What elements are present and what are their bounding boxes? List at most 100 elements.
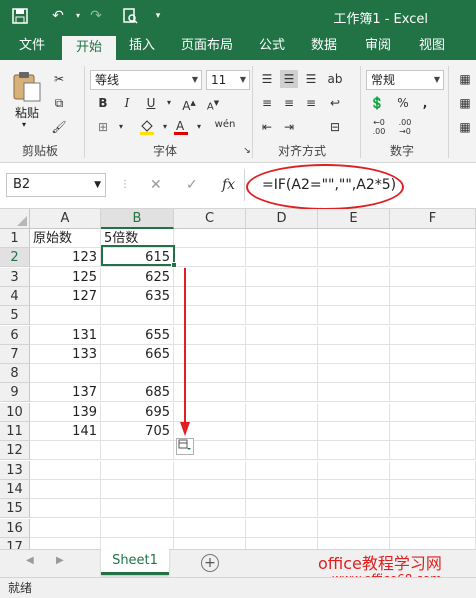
cell-d13[interactable] — [246, 461, 318, 480]
column-header-f[interactable]: F — [390, 209, 476, 229]
cell-d14[interactable] — [246, 480, 318, 499]
cell-a9[interactable]: 137 — [30, 383, 101, 402]
tab-review[interactable]: 审阅 — [358, 32, 398, 60]
increase-font-icon[interactable]: A▲ — [180, 94, 198, 113]
cell-c14[interactable] — [174, 480, 246, 499]
currency-icon[interactable]: 💲 — [368, 94, 386, 112]
tab-formulas[interactable]: 公式 — [252, 32, 292, 60]
cell-b5[interactable] — [101, 306, 174, 325]
cell-f11[interactable] — [390, 422, 476, 441]
row-header-5[interactable]: 5 — [0, 306, 30, 325]
row-header-3[interactable]: 3 — [0, 268, 30, 287]
tab-page-layout[interactable]: 页面布局 — [176, 32, 238, 60]
format-table-icon[interactable]: ▦ — [456, 94, 474, 112]
cell-e11[interactable] — [318, 422, 390, 441]
cell-a6[interactable]: 131 — [30, 326, 101, 345]
cell-a11[interactable]: 141 — [30, 422, 101, 441]
cell-styles-icon[interactable]: ▦ — [456, 118, 474, 136]
paste-button[interactable]: 粘贴 ▾ — [10, 70, 44, 134]
cell-f14[interactable] — [390, 480, 476, 499]
cell-e5[interactable] — [318, 306, 390, 325]
cell-e6[interactable] — [318, 326, 390, 345]
next-sheet-icon[interactable]: ▶ — [56, 555, 64, 566]
cell-a8[interactable] — [30, 364, 101, 383]
row-header-7[interactable]: 7 — [0, 345, 30, 364]
increase-decimal-icon[interactable]: ←0.00 — [368, 118, 390, 136]
cell-b13[interactable] — [101, 461, 174, 480]
align-top-icon[interactable]: ☰ — [258, 70, 276, 88]
cell-e8[interactable] — [318, 364, 390, 383]
cell-b12[interactable] — [101, 441, 174, 460]
cell-d15[interactable] — [246, 499, 318, 518]
row-header-1[interactable]: 1 — [0, 229, 30, 248]
cell-b16[interactable] — [101, 519, 174, 538]
font-dialog-launcher-icon[interactable]: ↘ — [238, 142, 256, 160]
cell-f13[interactable] — [390, 461, 476, 480]
align-center-icon[interactable]: ≡ — [280, 94, 298, 112]
cancel-icon[interactable]: ✕ — [150, 173, 162, 197]
cut-icon[interactable]: ✂ — [50, 70, 68, 88]
cell-f8[interactable] — [390, 364, 476, 383]
row-header-9[interactable]: 9 — [0, 383, 30, 402]
align-right-icon[interactable]: ≡ — [302, 94, 320, 112]
cell-b9[interactable]: 685 — [101, 383, 174, 402]
cell-a7[interactable]: 133 — [30, 345, 101, 364]
align-middle-icon[interactable]: ☰ — [280, 70, 298, 88]
row-header-2[interactable]: 2 — [0, 248, 30, 267]
row-header-10[interactable]: 10 — [0, 403, 30, 422]
row-header-14[interactable]: 14 — [0, 480, 30, 499]
auto-fill-options-button[interactable] — [176, 438, 194, 455]
cell-d9[interactable] — [246, 383, 318, 402]
row-header-15[interactable]: 15 — [0, 499, 30, 518]
tab-file[interactable]: 文件 — [10, 32, 54, 60]
decrease-indent-icon[interactable]: ⇤ — [258, 118, 276, 136]
cell-b6[interactable]: 655 — [101, 326, 174, 345]
cell-f12[interactable] — [390, 441, 476, 460]
cell-b10[interactable]: 695 — [101, 403, 174, 422]
row-header-4[interactable]: 4 — [0, 287, 30, 306]
sheet-tab-sheet1[interactable]: Sheet1 — [101, 549, 169, 575]
cell-c2[interactable] — [174, 248, 246, 267]
font-color-dropdown-icon[interactable]: ▾ — [190, 118, 208, 136]
decrease-font-icon[interactable]: A▼ — [204, 94, 222, 112]
cell-e4[interactable] — [318, 287, 390, 306]
spreadsheet-grid[interactable]: A B C D E F 1 原始数 5倍数 2 123 615 3 125 625 4 127 635… — [0, 209, 476, 557]
cell-e1[interactable] — [318, 229, 390, 248]
wrap-text-icon[interactable]: ↩ — [326, 94, 344, 112]
enter-icon[interactable]: ✓ — [186, 173, 198, 197]
row-header-12[interactable]: 12 — [0, 441, 30, 460]
comma-button[interactable]: , — [416, 94, 434, 112]
tab-home[interactable]: 开始 — [62, 36, 116, 60]
cell-d5[interactable] — [246, 306, 318, 325]
cell-e10[interactable] — [318, 403, 390, 422]
borders-dropdown-icon[interactable]: ▾ — [112, 118, 130, 136]
cell-d4[interactable] — [246, 287, 318, 306]
align-left-icon[interactable]: ≡ — [258, 94, 276, 112]
cell-e3[interactable] — [318, 268, 390, 287]
row-header-16[interactable]: 16 — [0, 519, 30, 538]
cell-f9[interactable] — [390, 383, 476, 402]
cell-b4[interactable]: 635 — [101, 287, 174, 306]
cell-f6[interactable] — [390, 326, 476, 345]
cell-c16[interactable] — [174, 519, 246, 538]
increase-indent-icon[interactable]: ⇥ — [280, 118, 298, 136]
fill-color-icon[interactable] — [138, 118, 156, 136]
merge-center-icon[interactable]: ⊟ — [326, 118, 344, 136]
cell-e2[interactable] — [318, 248, 390, 267]
cell-d3[interactable] — [246, 268, 318, 287]
cell-a12[interactable] — [30, 441, 101, 460]
column-header-e[interactable]: E — [318, 209, 390, 229]
cell-d10[interactable] — [246, 403, 318, 422]
cell-d12[interactable] — [246, 441, 318, 460]
column-header-d[interactable]: D — [246, 209, 318, 229]
font-color-icon[interactable]: A — [172, 118, 190, 136]
cell-a14[interactable] — [30, 480, 101, 499]
cell-d16[interactable] — [246, 519, 318, 538]
cell-e12[interactable] — [318, 441, 390, 460]
font-name-combo[interactable]: 等线 ▼ — [90, 70, 202, 90]
cell-e15[interactable] — [318, 499, 390, 518]
phonetic-guide-icon[interactable]: wén — [212, 116, 238, 134]
decrease-decimal-icon[interactable]: .00 →0 — [394, 118, 416, 136]
cell-d1[interactable] — [246, 229, 318, 248]
cell-e9[interactable] — [318, 383, 390, 402]
